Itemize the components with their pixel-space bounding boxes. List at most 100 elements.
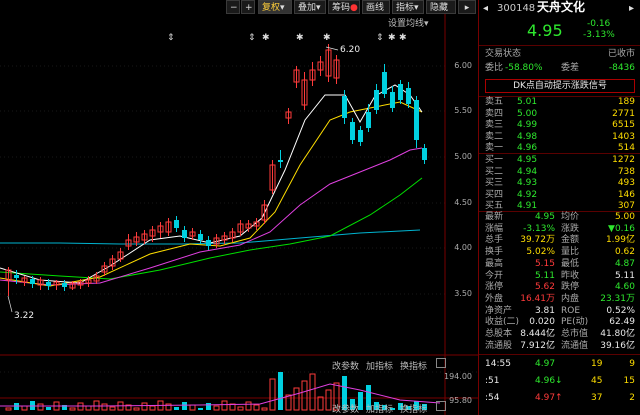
trade-status-row: 交易状态 已收市: [479, 48, 640, 61]
stock-name: 天舟文化: [537, 0, 586, 14]
current-price: 4.95: [527, 21, 563, 40]
low-price-label: 3.22: [14, 311, 35, 321]
candle-body: [422, 148, 427, 160]
candle-body: [382, 72, 387, 94]
candle-body: [198, 234, 203, 240]
volume-bar: [189, 404, 196, 411]
kline-chart-panel[interactable]: − + 复权▾ 叠加▾ 筹码● 画线 指标▾ 隐藏 ▸ 设置均线▾ ⇕ ⇕ ✱ …: [0, 0, 478, 415]
close-subchart-icon-2[interactable]: [436, 401, 446, 411]
ratio-label: 委比: [485, 63, 504, 73]
tick-count: 2: [629, 393, 635, 403]
add-indicator-button[interactable]: 加指标: [366, 359, 393, 372]
price-change-pct: -3.13%: [583, 30, 615, 40]
signal-button[interactable]: DK点自动提示涨跌信号: [485, 79, 635, 93]
candle-body: [414, 100, 419, 140]
star-marker-icon: ✱: [262, 33, 270, 43]
candle-body: [390, 92, 395, 108]
ma30-line: [0, 177, 423, 280]
candle-body: [374, 90, 379, 110]
status-label: 交易状态: [485, 49, 522, 59]
candle-body: [406, 88, 411, 104]
volume-bar: [261, 407, 268, 411]
volume-bar: [221, 400, 228, 411]
vol-tick: 95.80: [449, 396, 472, 405]
stat-label: 流通值: [561, 340, 589, 351]
tick-price: 4.97↑: [535, 393, 563, 403]
volume-bar: [309, 373, 316, 411]
volume-bar: [269, 378, 276, 411]
arrow-marker-icon: ⇕: [376, 33, 384, 43]
kline-svg: ⇕ ⇕ ✱ ✱ ✱ ⇕ ✱ ✱: [0, 14, 478, 415]
tick-time: 14:55: [485, 359, 511, 369]
candle-body: [342, 96, 347, 118]
tick-time: :51: [485, 376, 500, 386]
tick-time: :54: [485, 393, 500, 403]
switch-indicator-button[interactable]: 换指标: [400, 359, 427, 372]
volume-bar: [293, 387, 300, 411]
volume-bar: [174, 407, 179, 410]
close-subchart-icon[interactable]: [436, 358, 446, 368]
price-summary: 4.95 -0.16 -3.13%: [479, 19, 640, 42]
tick-price: 4.96↓: [535, 376, 563, 386]
tick-volume: 37: [591, 393, 603, 403]
price-tick: 4.00: [454, 243, 472, 252]
volume-bar: [182, 402, 187, 410]
candle-body: [350, 122, 355, 140]
tick-row: :54 4.97↑ 37 2: [479, 392, 640, 405]
candle-body: [366, 112, 371, 128]
change-param-button-2[interactable]: 改参数: [332, 402, 359, 415]
switch-indicator-button-2[interactable]: 换指标: [400, 402, 427, 415]
volume-bar: [278, 372, 283, 410]
volume-bar: [245, 401, 252, 411]
candle-body: [30, 279, 35, 284]
star-marker-icon: ✱: [323, 33, 331, 43]
high-price-label: 6.20: [340, 45, 361, 55]
arrow-marker-icon: ⇕: [248, 33, 256, 43]
price-tick: 6.00: [454, 61, 472, 70]
ratio-value: -58.80%: [505, 63, 543, 73]
star-marker-icon: ✱: [388, 33, 396, 43]
back-icon[interactable]: ◂: [483, 2, 488, 15]
candle-body: [14, 275, 19, 278]
tick-row: 14:55 4.97 19 9: [479, 358, 640, 371]
volume-bar: [69, 407, 76, 411]
quote-panel: ◂ 300148 天舟文化 ▸ 4.95 -0.16 -3.13% 交易状态 已…: [478, 0, 640, 415]
volume-bar: [149, 405, 156, 411]
low-pointer: [7, 295, 13, 313]
volume-bar: [237, 406, 244, 411]
vol-tick: 194.00: [444, 372, 472, 381]
star-marker-icon: ✱: [399, 33, 407, 43]
candle-body: [206, 240, 211, 246]
volume-bar: [46, 407, 51, 410]
volume-bar: [253, 404, 260, 411]
stat-row: 流通股 7.912亿 流通值 39.16亿: [479, 340, 640, 353]
volume-bar: [285, 394, 292, 411]
candle-body: [62, 283, 67, 287]
add-indicator-button-2[interactable]: 加指标: [366, 402, 393, 415]
signal-markers: ⇕ ⇕ ✱ ✱ ✱ ⇕ ✱ ✱: [167, 33, 407, 43]
candle-body: [398, 84, 403, 100]
ma10-line: [0, 101, 423, 287]
tick-volume: 19: [591, 359, 603, 369]
price-tick: 3.50: [454, 289, 472, 298]
volume-bar: [206, 403, 211, 410]
stock-code: 300148: [497, 3, 536, 14]
candle-body: [182, 230, 187, 238]
candle-body: [174, 220, 179, 228]
order-ratio-row: 委比 -58.80% 委差 -8436: [479, 62, 640, 75]
tick-row: :51 4.96↓ 45 15: [479, 375, 640, 388]
volume-bar: [141, 402, 148, 411]
change-param-button[interactable]: 改参数: [332, 359, 359, 372]
volume-bar: [101, 403, 108, 411]
next-icon[interactable]: ▸: [629, 2, 634, 15]
tick-volume: 45: [591, 376, 603, 386]
candle-body: [358, 130, 363, 142]
volume-bar: [5, 407, 12, 411]
signal-label: DK点自动提示涨跌信号: [513, 81, 607, 91]
volume-bar: [213, 405, 220, 411]
volume-bar: [85, 405, 92, 411]
volume-bar: [21, 405, 28, 411]
ma20-line: [0, 147, 423, 286]
tick-price: 4.97: [535, 359, 556, 369]
star-marker-icon: ✱: [296, 33, 304, 43]
